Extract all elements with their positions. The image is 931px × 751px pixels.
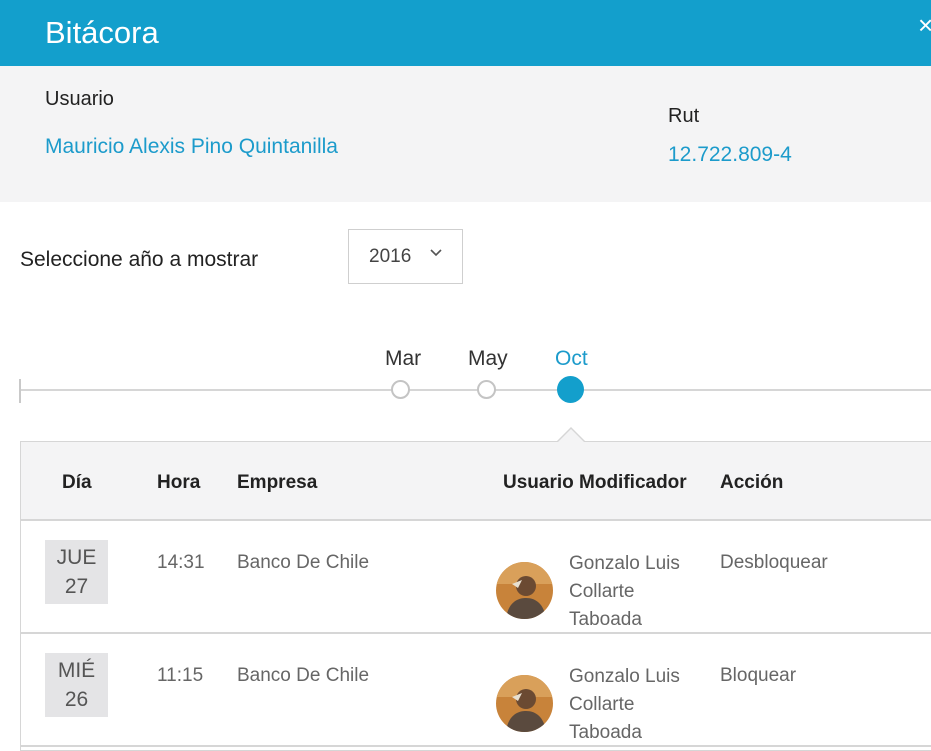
chevron-down-icon: [430, 249, 442, 257]
table-header: Día Hora Empresa Usuario Modificador Acc…: [21, 442, 931, 521]
day-number: 27: [64, 575, 89, 598]
table-row: JUE 27 14:31 Banco De Chile Gonzalo Luis…: [21, 521, 931, 634]
close-icon[interactable]: ×: [918, 12, 931, 38]
time-cell: 11:15: [157, 665, 204, 686]
day-name: JUE: [56, 546, 97, 569]
year-select[interactable]: 2016: [348, 229, 463, 284]
year-select-label: Seleccione año a mostrar: [20, 248, 259, 271]
day-name: MIÉ: [57, 659, 96, 682]
timeline-month-may[interactable]: May: [468, 347, 508, 371]
avatar: [496, 562, 553, 619]
action-cell: Desbloquear: [720, 552, 828, 573]
action-cell: Bloquear: [720, 665, 797, 686]
user-name-link[interactable]: Mauricio Alexis Pino Quintanilla: [45, 135, 338, 159]
modifier-user-name: Gonzalo Luis Collarte Taboada: [569, 553, 680, 630]
col-header-hora: Hora: [157, 472, 201, 493]
rut-value: 12.722.809-4: [668, 143, 792, 166]
col-header-usuario-modificador: Usuario Modificador: [503, 472, 687, 493]
company-cell: Banco De Chile: [237, 665, 370, 686]
date-badge: JUE 27: [45, 540, 108, 604]
modifier-user-name: Gonzalo Luis Collarte Taboada: [569, 666, 680, 743]
timeline-dot-mar[interactable]: [391, 380, 410, 399]
company-cell: Banco De Chile: [237, 552, 370, 573]
timeline-track: [20, 389, 931, 391]
day-number: 26: [64, 688, 89, 711]
rut-label: Rut: [668, 105, 700, 127]
timeline-dot-may[interactable]: [477, 380, 496, 399]
avatar: [496, 675, 553, 732]
table-row: MIÉ 26 11:15 Banco De Chile Gonzalo Luis…: [21, 634, 931, 747]
timeline-month-mar[interactable]: Mar: [385, 347, 421, 371]
user-info-panel: Usuario Mauricio Alexis Pino Quintanilla…: [0, 66, 931, 202]
time-cell: 14:31: [157, 552, 205, 573]
modal-header: Bitácora ×: [0, 0, 931, 66]
user-label: Usuario: [45, 88, 114, 110]
modal-title: Bitácora: [45, 15, 159, 50]
col-header-empresa: Empresa: [237, 472, 318, 493]
timeline-dot-oct[interactable]: [557, 376, 584, 403]
col-header-accion: Acción: [720, 472, 784, 493]
date-badge: MIÉ 26: [45, 653, 108, 717]
panel-pointer-fill: [558, 429, 584, 442]
timeline-month-oct[interactable]: Oct: [555, 347, 588, 371]
col-header-dia: Día: [62, 472, 92, 493]
timeline-start-marker: [19, 379, 21, 403]
year-select-value: 2016: [369, 246, 412, 267]
